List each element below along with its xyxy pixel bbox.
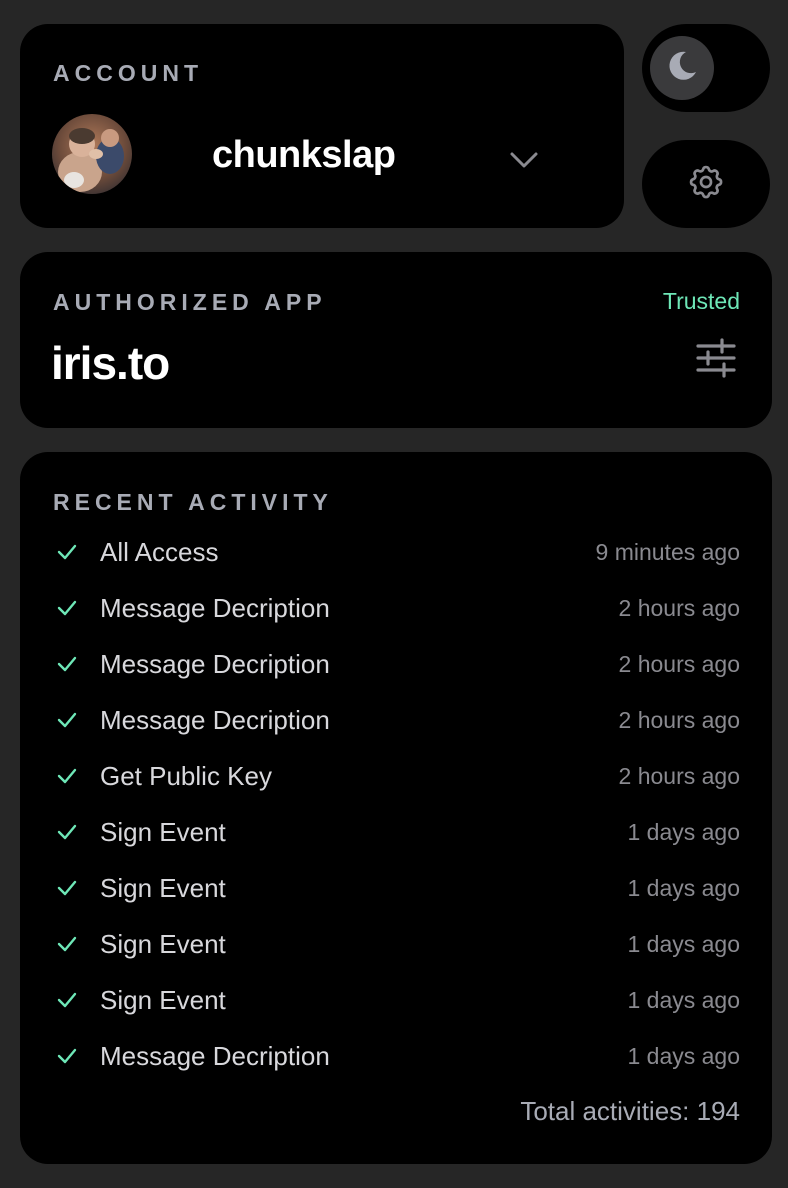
activity-time: 1 days ago xyxy=(627,930,740,957)
sliders-icon xyxy=(694,336,738,385)
activity-name: Message Decription xyxy=(100,1040,330,1071)
account-card: ACCOUNT chunkslap xyxy=(20,24,624,228)
recent-activity-card: RECENT ACTIVITY All Access 9 minutes ago M… xyxy=(20,452,772,1164)
activity-name: Sign Event xyxy=(100,928,226,959)
theme-toggle[interactable] xyxy=(642,24,770,112)
authorized-app-card: AUTHORIZED APP Trusted iris.to xyxy=(20,252,772,428)
total-activities: Total activities: 194 xyxy=(520,1096,740,1126)
settings-button[interactable] xyxy=(642,140,770,228)
activity-time: 2 hours ago xyxy=(618,762,740,789)
check-icon xyxy=(56,706,100,734)
activity-time: 1 days ago xyxy=(627,1042,740,1069)
check-icon xyxy=(56,818,100,846)
activity-time: 9 minutes ago xyxy=(595,538,740,565)
activity-time: 1 days ago xyxy=(627,818,740,845)
app-name: iris.to xyxy=(51,337,170,389)
trusted-status-badge: Trusted xyxy=(662,288,740,314)
activity-name: Sign Event xyxy=(100,984,226,1015)
check-icon xyxy=(56,986,100,1014)
avatar xyxy=(52,114,132,194)
activity-row: Sign Event 1 days ago xyxy=(56,860,740,916)
account-section-label: ACCOUNT xyxy=(53,60,203,86)
activity-row: Sign Event 1 days ago xyxy=(56,916,740,972)
activity-time: 1 days ago xyxy=(627,986,740,1013)
activity-list: All Access 9 minutes ago Message Decriptio… xyxy=(56,524,740,1084)
activity-name: Message Decription xyxy=(100,704,330,735)
activity-time: 2 hours ago xyxy=(618,594,740,621)
authorized-app-section-label: AUTHORIZED APP xyxy=(53,289,327,315)
activity-name: All Access xyxy=(100,536,219,567)
check-icon xyxy=(56,930,100,958)
activity-name: Sign Event xyxy=(100,816,226,847)
activity-row: All Access 9 minutes ago xyxy=(56,524,740,580)
gear-icon xyxy=(686,162,726,207)
activity-row: Message Decription 2 hours ago xyxy=(56,692,740,748)
activity-time: 1 days ago xyxy=(627,874,740,901)
check-icon xyxy=(56,538,100,566)
toggle-knob xyxy=(650,36,714,100)
check-icon xyxy=(56,874,100,902)
activity-name: Message Decription xyxy=(100,648,330,679)
moon-icon xyxy=(664,48,700,89)
activity-time: 2 hours ago xyxy=(618,650,740,677)
extension-popup: ACCOUNT chunkslap AUTHORIZED APP Trusted… xyxy=(0,0,788,1188)
activity-name: Get Public Key xyxy=(100,760,272,791)
activity-row: Sign Event 1 days ago xyxy=(56,804,740,860)
activity-row: Message Decription 2 hours ago xyxy=(56,636,740,692)
activity-row: Message Decription 2 hours ago xyxy=(56,580,740,636)
activity-name: Sign Event xyxy=(100,872,226,903)
check-icon xyxy=(56,650,100,678)
check-icon xyxy=(56,594,100,622)
account-username[interactable]: chunkslap xyxy=(212,134,396,177)
activity-row: Get Public Key 2 hours ago xyxy=(56,748,740,804)
check-icon xyxy=(56,762,100,790)
chevron-down-icon[interactable] xyxy=(502,138,546,182)
activity-row: Message Decription 1 days ago xyxy=(56,1028,740,1084)
activity-time: 2 hours ago xyxy=(618,706,740,733)
activity-row: Sign Event 1 days ago xyxy=(56,972,740,1028)
check-icon xyxy=(56,1042,100,1070)
app-settings-button[interactable] xyxy=(690,334,742,386)
activity-name: Message Decription xyxy=(100,592,330,623)
recent-activity-section-label: RECENT ACTIVITY xyxy=(53,489,333,515)
